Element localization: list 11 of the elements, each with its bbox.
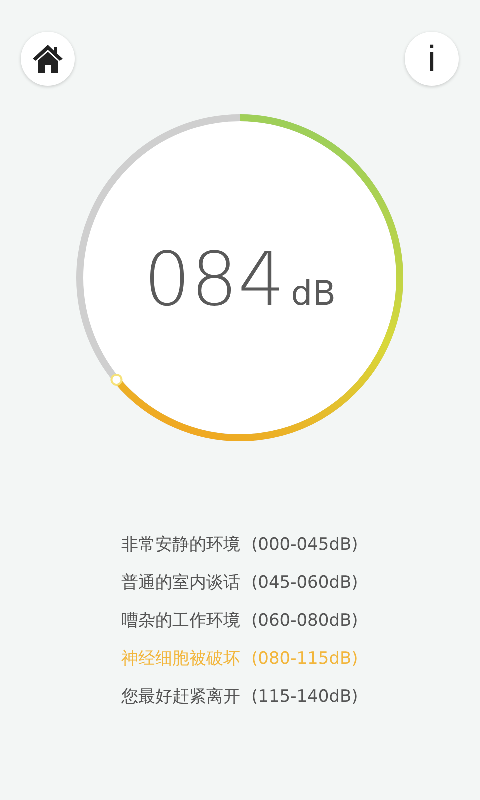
info-button[interactable]: i (405, 32, 459, 86)
noise-level-row-text: 神经细胞被破坏 (080-115dB) (122, 648, 358, 671)
decibel-unit: dB (291, 277, 336, 311)
noise-level-row-text: 非常安静的环境 (000-045dB) (122, 534, 358, 557)
gauge-knob (110, 374, 123, 386)
noise-level-row-text: 嘈杂的工作环境 (060-080dB) (122, 610, 358, 633)
decibel-reading: 084 (144, 243, 286, 317)
noise-level-row-text: 您最好赶紧离开 (115-140dB) (122, 686, 358, 709)
home-icon (32, 44, 64, 74)
noise-level-row-text: 普通的室内谈话 (045-060dB) (122, 572, 358, 595)
home-button[interactable] (21, 32, 75, 86)
